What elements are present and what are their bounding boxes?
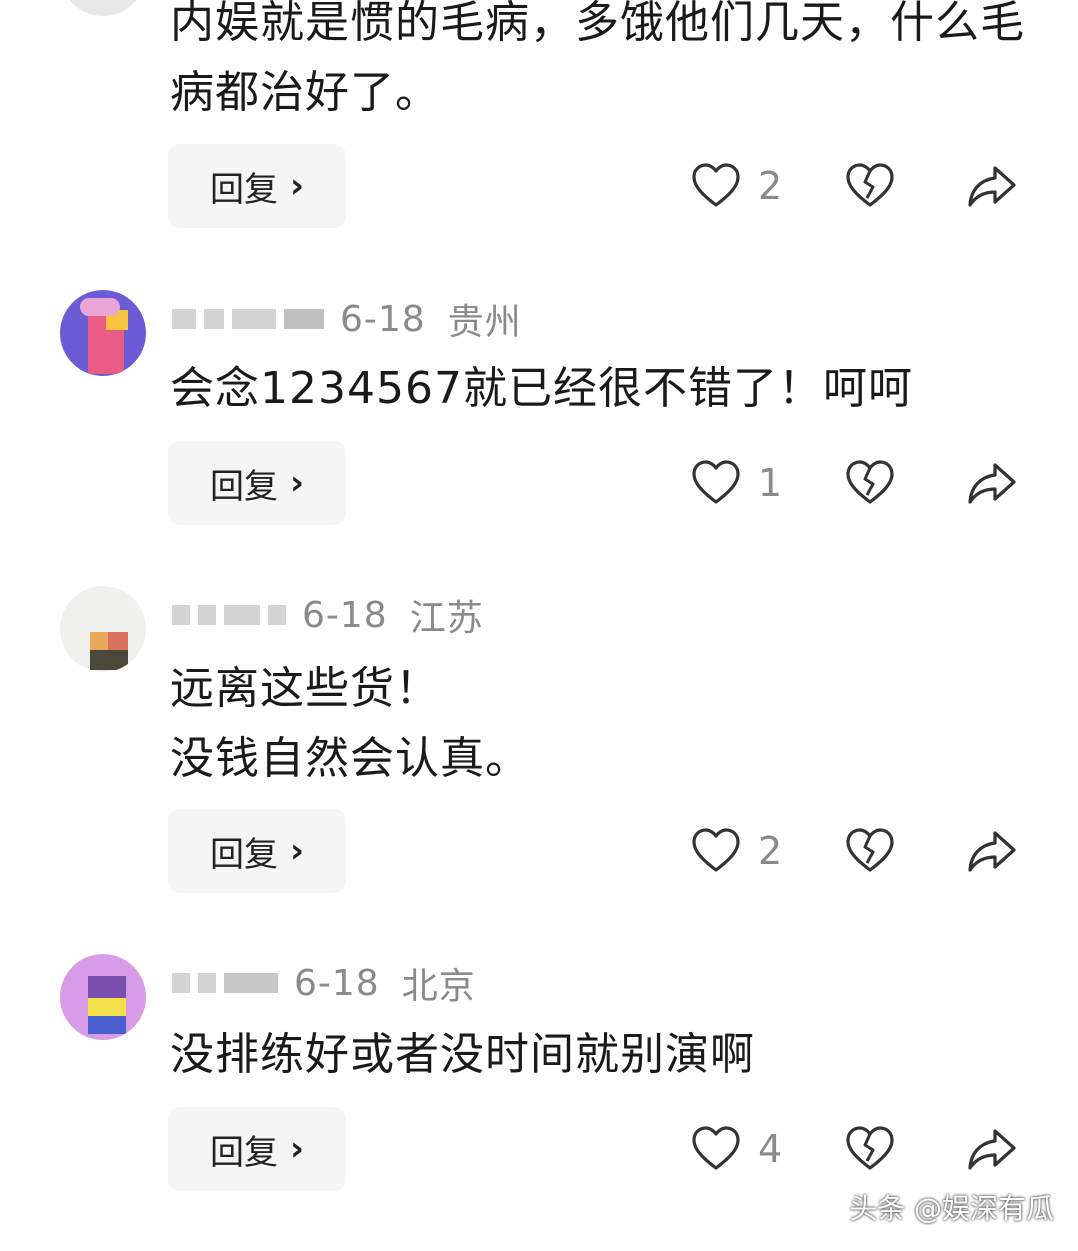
broken-heart-icon[interactable] bbox=[844, 457, 896, 509]
broken-heart-icon[interactable] bbox=[844, 825, 896, 877]
share-arrow-icon[interactable] bbox=[966, 1123, 1018, 1175]
like-count: 2 bbox=[758, 164, 783, 208]
comment-location: 贵州 bbox=[447, 302, 522, 343]
comment-date: 6-18 bbox=[340, 298, 426, 340]
chevron-right-icon: › bbox=[289, 831, 304, 871]
comment-text: 没排练好或者没时间就别演啊 bbox=[170, 1029, 755, 1080]
like-count: 1 bbox=[758, 461, 783, 505]
comment-text: 远离这些货！ 没钱自然会认真。 bbox=[170, 663, 530, 784]
comment-meta: 6-18 北京 bbox=[172, 958, 476, 1008]
reply-button[interactable]: 回复 › bbox=[168, 144, 346, 228]
broken-heart-icon[interactable] bbox=[844, 160, 896, 212]
comment-meta: 6-18 江苏 bbox=[172, 590, 484, 640]
heart-outline-icon[interactable] bbox=[690, 825, 742, 877]
username-blurred[interactable] bbox=[172, 605, 286, 625]
reply-label: 回复 bbox=[209, 466, 278, 507]
comment-text: 会念1234567就已经很不错了！呵呵 bbox=[170, 363, 913, 414]
comment-text: 内娱就是惯的毛病，多饿他们几天，什么毛 病都治好了。 bbox=[170, 0, 1025, 118]
avatar[interactable] bbox=[60, 0, 146, 16]
avatar[interactable] bbox=[60, 586, 146, 672]
reply-button[interactable]: 回复 › bbox=[168, 441, 346, 525]
like-count: 2 bbox=[758, 829, 783, 873]
avatar[interactable] bbox=[60, 954, 146, 1040]
reply-button[interactable]: 回复 › bbox=[168, 1107, 346, 1191]
broken-heart-icon[interactable] bbox=[844, 1123, 896, 1175]
username-blurred[interactable] bbox=[172, 973, 278, 993]
heart-outline-icon[interactable] bbox=[690, 1123, 742, 1175]
comment-meta: 6-18 贵州 bbox=[172, 294, 522, 344]
comment-date: 6-18 bbox=[294, 962, 380, 1004]
heart-outline-icon[interactable] bbox=[690, 160, 742, 212]
comment-location: 北京 bbox=[401, 966, 476, 1007]
chevron-right-icon: › bbox=[289, 166, 304, 206]
reply-label: 回复 bbox=[209, 1132, 278, 1173]
share-arrow-icon[interactable] bbox=[966, 825, 1018, 877]
comment-location: 江苏 bbox=[409, 598, 484, 639]
share-arrow-icon[interactable] bbox=[966, 160, 1018, 212]
reply-label: 回复 bbox=[209, 834, 278, 875]
reply-label: 回复 bbox=[209, 169, 278, 210]
avatar[interactable] bbox=[60, 290, 146, 376]
comment-date: 6-18 bbox=[302, 594, 388, 636]
like-count: 4 bbox=[758, 1127, 783, 1171]
share-arrow-icon[interactable] bbox=[966, 457, 1018, 509]
chevron-right-icon: › bbox=[289, 1129, 304, 1169]
watermark: 头条 @娱深有瓜 bbox=[849, 1192, 1054, 1225]
chevron-right-icon: › bbox=[289, 463, 304, 503]
heart-outline-icon[interactable] bbox=[690, 457, 742, 509]
username-blurred[interactable] bbox=[172, 309, 324, 329]
reply-button[interactable]: 回复 › bbox=[168, 809, 346, 893]
